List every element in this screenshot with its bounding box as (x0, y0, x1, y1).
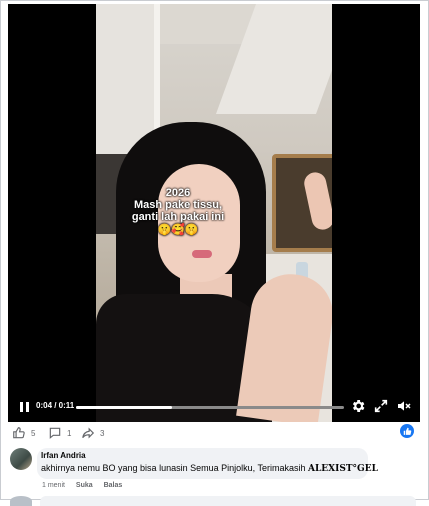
post-actions: 5 1 3 (10, 424, 422, 442)
fullscreen-button[interactable] (373, 398, 389, 414)
like-action[interactable]: 5 (12, 425, 35, 441)
share-action[interactable]: 3 (81, 425, 104, 441)
thumbs-up-icon (13, 427, 25, 439)
caption-line-1: Mash pake tissu, (133, 199, 223, 211)
comment-action[interactable]: 1 (48, 425, 71, 441)
person-lips (192, 250, 212, 258)
comment-like-link[interactable]: Suka (76, 482, 93, 489)
like-reaction-icon (403, 427, 411, 435)
commenter-avatar[interactable] (10, 448, 32, 470)
comment-time[interactable]: 1 menit (42, 482, 65, 489)
comment-text: akhirnya nemu BO yang bisa lunasin Semua… (41, 463, 378, 474)
comment-count: 1 (67, 428, 72, 438)
next-comment-preview (40, 496, 416, 506)
comment-meta: 1 menit Suka Balas (42, 482, 131, 489)
video-controls: 0:04 / 0:11 (8, 392, 420, 422)
like-count: 5 (31, 428, 36, 438)
comment-bubble: Irfan Andria akhirnya nemu BO yang bisa … (37, 448, 378, 479)
settings-button[interactable] (350, 398, 366, 414)
pause-button[interactable] (18, 400, 32, 414)
comment-reply-link[interactable]: Balas (104, 482, 123, 489)
comment-icon (49, 427, 61, 439)
comment-author[interactable]: Irfan Andria (41, 451, 86, 460)
like-reaction-badge[interactable] (400, 424, 414, 438)
caption-emojis: 🤫🥰🤫 (157, 224, 199, 236)
video-time: 0:04 / 0:11 (36, 401, 75, 410)
pause-icon (20, 402, 23, 412)
volume-muted-icon (398, 401, 411, 411)
caption-year: 2026 (165, 187, 191, 199)
video-player[interactable]: 2026 Mash pake tissu, ganti lah pakai in… (8, 4, 420, 422)
next-commenter-avatar (10, 496, 32, 506)
expand-icon (374, 399, 388, 413)
gear-icon (352, 400, 365, 412)
pause-icon-bar (26, 402, 29, 412)
comment-text-main: akhirnya nemu BO yang bisa lunasin Semua… (41, 463, 308, 473)
progress-fill (76, 406, 173, 409)
comment-brand: ALEXIST°GEL (307, 464, 378, 474)
video-caption: 2026 Mash pake tissu, ganti lah pakai in… (88, 187, 268, 236)
progress-bar[interactable] (76, 406, 344, 409)
caption-line-2: ganti lah pakai ini (131, 211, 225, 223)
share-count: 3 (100, 428, 105, 438)
mute-button[interactable] (396, 398, 412, 414)
share-icon (82, 427, 95, 439)
